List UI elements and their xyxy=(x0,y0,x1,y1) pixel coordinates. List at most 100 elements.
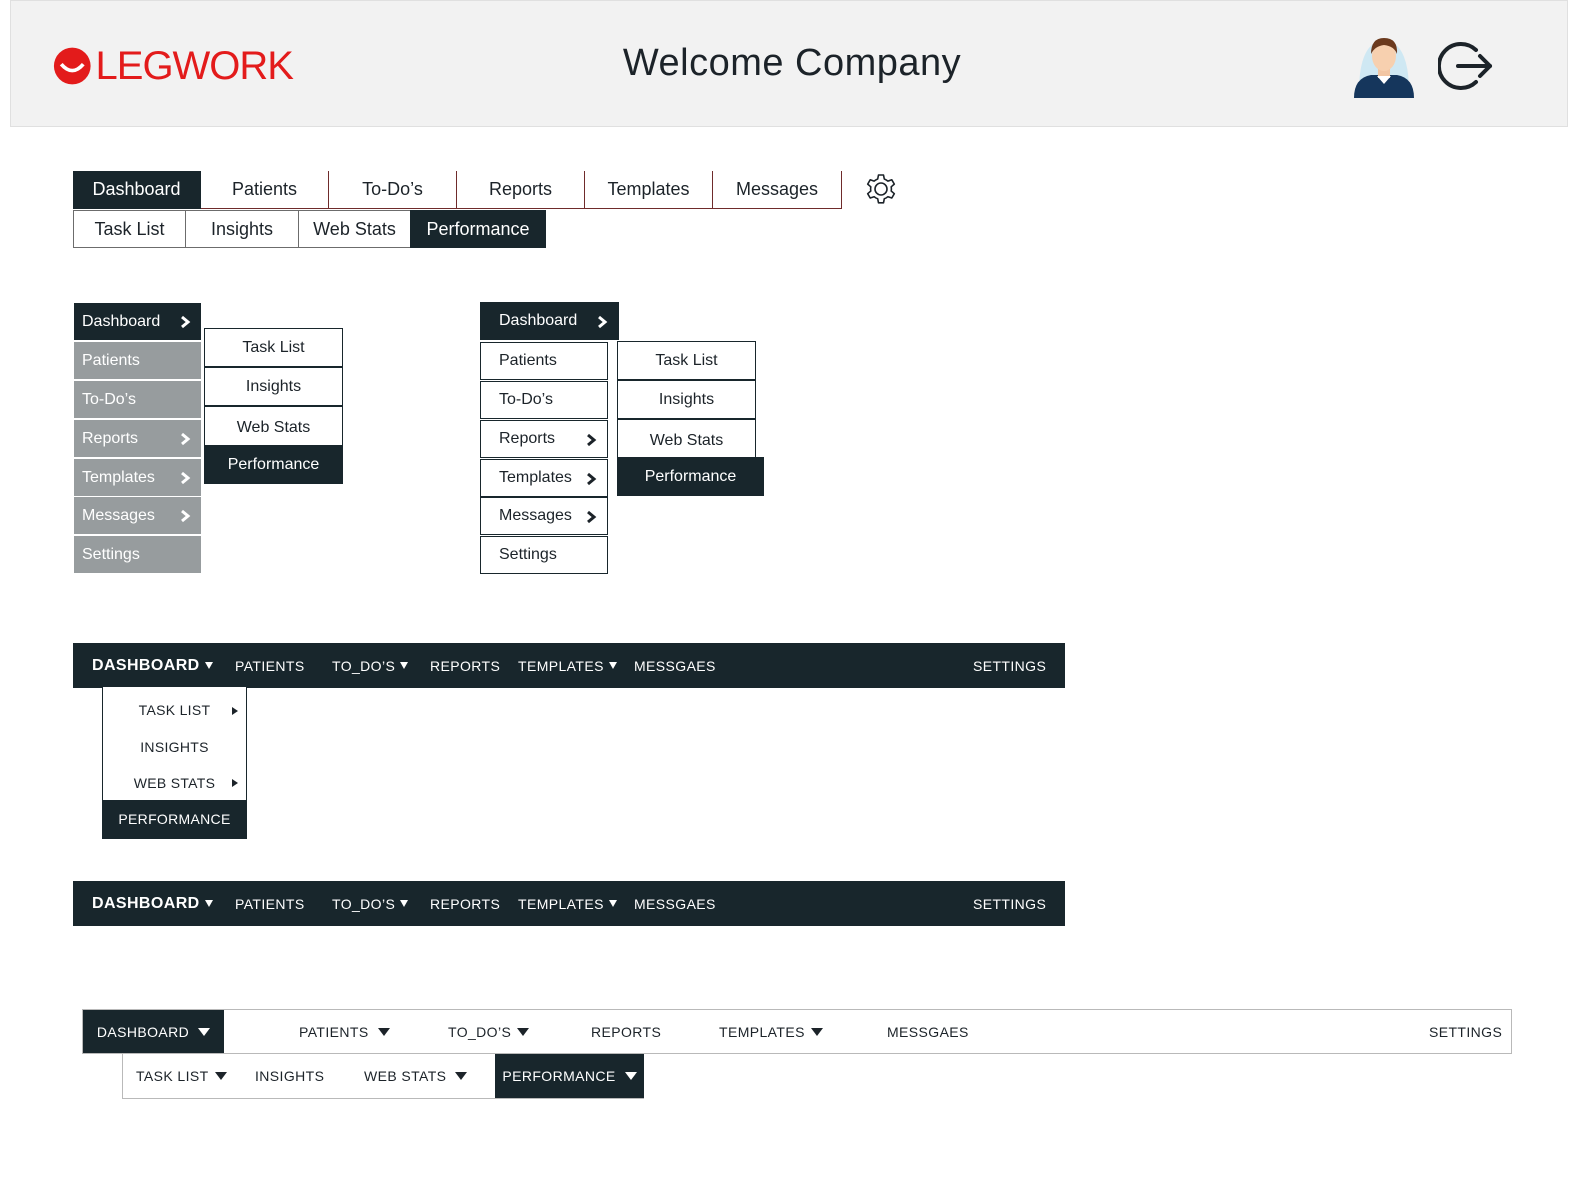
vmenu-gray-item-messages[interactable]: Messages xyxy=(74,497,201,535)
dropdown-task-list[interactable]: TASK LIST xyxy=(103,691,246,728)
tab-label: Patients xyxy=(231,179,298,199)
nav-messages[interactable]: MESSGAES xyxy=(634,881,716,926)
vmenu-gray-item-reports[interactable]: Reports xyxy=(74,420,201,458)
nav-reports[interactable]: REPORTS xyxy=(430,881,500,926)
nav-todos[interactable]: TO_DO’S xyxy=(332,881,409,926)
nav-settings[interactable]: SETTINGS xyxy=(973,643,1046,688)
vmenu-gray-item-templates[interactable]: Templates xyxy=(74,459,201,497)
nav-todos[interactable]: TO_DO’S xyxy=(332,643,409,688)
nav-label: DASHBOARD xyxy=(92,656,200,674)
popup-gray-web-stats[interactable]: Web Stats xyxy=(204,406,343,447)
lnav-patients[interactable]: PATIENTS xyxy=(299,1010,390,1053)
dropdown-insights[interactable]: INSIGHTS xyxy=(103,728,246,765)
menu-label: Reports xyxy=(499,430,556,447)
popup-gray-task-list[interactable]: Task List xyxy=(204,328,343,367)
tab-patients[interactable]: Patients xyxy=(201,171,329,209)
vmenu-white-item-todos[interactable]: To-Do’s xyxy=(480,381,608,419)
popup-white-task-list[interactable]: Task List xyxy=(617,341,756,380)
menu-label: Patients xyxy=(499,352,557,369)
tab-templates[interactable]: Templates xyxy=(585,171,713,209)
light-navbar: DASHBOARD PATIENTS TO_DO’S REPORTS TEMPL… xyxy=(82,1009,1512,1054)
lsub-task-list[interactable]: TASK LIST xyxy=(136,1054,227,1098)
menu-label: Patients xyxy=(82,351,140,369)
popup-gray-performance[interactable]: Performance xyxy=(204,445,343,484)
subtab-performance[interactable]: Performance xyxy=(410,210,546,248)
caret-down-icon xyxy=(608,662,617,669)
nav-label: SETTINGS xyxy=(973,895,1047,912)
avatar-icon xyxy=(1354,38,1414,98)
lnav-settings[interactable]: SETTINGS xyxy=(1429,1010,1502,1053)
vmenu-gray-item-settings[interactable]: Settings xyxy=(74,536,201,574)
popup-white-performance[interactable]: Performance xyxy=(617,457,764,496)
vmenu-white-item-patients[interactable]: Patients xyxy=(480,342,608,380)
vmenu-gray-item-patients[interactable]: Patients xyxy=(74,342,201,380)
nav-label: REPORTS xyxy=(430,895,501,912)
dropdown-performance[interactable]: PERFORMANCE xyxy=(103,800,246,838)
settings-button[interactable] xyxy=(862,170,900,208)
menu-label: To-Do’s xyxy=(82,390,136,408)
tab-todos[interactable]: To-Do’s xyxy=(329,171,457,209)
caret-down-icon xyxy=(624,1072,637,1080)
nav-label: TEMPLATES xyxy=(518,895,604,912)
lnav-dashboard[interactable]: DASHBOARD xyxy=(83,1010,224,1053)
logout-icon xyxy=(1436,42,1492,90)
subtab-task-list[interactable]: Task List xyxy=(73,210,186,248)
nav-reports[interactable]: REPORTS xyxy=(430,643,500,688)
legwork-logo[interactable]: LEGWORK xyxy=(53,42,294,90)
lnav-reports[interactable]: REPORTS xyxy=(591,1010,661,1053)
dropdown-web-stats[interactable]: WEB STATS xyxy=(103,764,246,801)
dropdown-label: INSIGHTS xyxy=(140,738,209,755)
nav-label: SETTINGS xyxy=(973,657,1047,674)
vmenu-gray-item-dashboard[interactable]: Dashboard xyxy=(74,303,201,341)
nav-templates[interactable]: TEMPLATES xyxy=(518,881,617,926)
nav-templates[interactable]: TEMPLATES xyxy=(518,643,617,688)
popup-label: Web Stats xyxy=(649,432,724,449)
vmenu-white-item-templates[interactable]: Templates xyxy=(480,459,608,497)
lsub-web-stats[interactable]: WEB STATS xyxy=(364,1054,468,1098)
vmenu-gray-item-todos[interactable]: To-Do’s xyxy=(74,381,201,419)
lnav-messages[interactable]: MESSGAES xyxy=(887,1010,969,1053)
popup-white-insights[interactable]: Insights xyxy=(617,380,756,419)
lsub-insights[interactable]: INSIGHTS xyxy=(255,1054,324,1098)
page-title: Welcome Company xyxy=(622,42,962,84)
caret-down-icon xyxy=(377,1027,390,1036)
nav-label: REPORTS xyxy=(591,1023,662,1040)
tab-messages[interactable]: Messages xyxy=(713,171,842,209)
subtab-insights[interactable]: Insights xyxy=(185,210,299,248)
dropdown-label: PERFORMANCE xyxy=(118,811,231,827)
popup-label: Task List xyxy=(655,351,718,369)
tab-label: To-Do’s xyxy=(362,179,423,199)
menu-label: To-Do’s xyxy=(499,391,553,408)
lnav-templates[interactable]: TEMPLATES xyxy=(719,1010,823,1053)
gear-icon xyxy=(866,174,896,204)
vmenu-white-item-messages[interactable]: Messages xyxy=(480,497,608,535)
popup-white-web-stats[interactable]: Web Stats xyxy=(617,419,756,460)
chevron-right-icon xyxy=(181,432,191,446)
lnav-todos[interactable]: TO_DO’S xyxy=(448,1010,530,1053)
caret-down-icon xyxy=(400,662,409,669)
nav-dashboard[interactable]: DASHBOARD xyxy=(92,643,213,688)
nav-label: PATIENTS xyxy=(235,657,305,674)
vmenu-white-item-settings[interactable]: Settings xyxy=(480,536,608,574)
subtab-web-stats[interactable]: Web Stats xyxy=(298,210,411,248)
nav-label: MESSGAES xyxy=(634,895,716,912)
menu-label: Dashboard xyxy=(82,312,161,330)
nav-settings[interactable]: SETTINGS xyxy=(973,881,1046,926)
vmenu-white-item-dashboard[interactable]: Dashboard xyxy=(480,302,619,340)
popup-gray-insights[interactable]: Insights xyxy=(204,367,343,406)
nav-patients[interactable]: PATIENTS xyxy=(235,881,305,926)
logout-button[interactable] xyxy=(1436,37,1496,95)
menu-label: Settings xyxy=(499,546,557,563)
tab-dashboard[interactable]: Dashboard xyxy=(73,171,201,209)
nav-patients[interactable]: PATIENTS xyxy=(235,643,305,688)
subnav-label: INSIGHTS xyxy=(255,1068,325,1084)
nav-dashboard[interactable]: DASHBOARD xyxy=(92,881,213,926)
user-avatar[interactable] xyxy=(1351,32,1417,98)
popup-label: Task List xyxy=(242,338,305,356)
nav-messages[interactable]: MESSGAES xyxy=(634,643,716,688)
vmenu-white-item-reports[interactable]: Reports xyxy=(480,420,608,458)
nav-label: REPORTS xyxy=(430,657,501,674)
light-subnav: TASK LIST INSIGHTS WEB STATS PERFORMANCE xyxy=(122,1054,644,1099)
tab-reports[interactable]: Reports xyxy=(457,171,585,209)
lsub-performance[interactable]: PERFORMANCE xyxy=(495,1054,644,1098)
